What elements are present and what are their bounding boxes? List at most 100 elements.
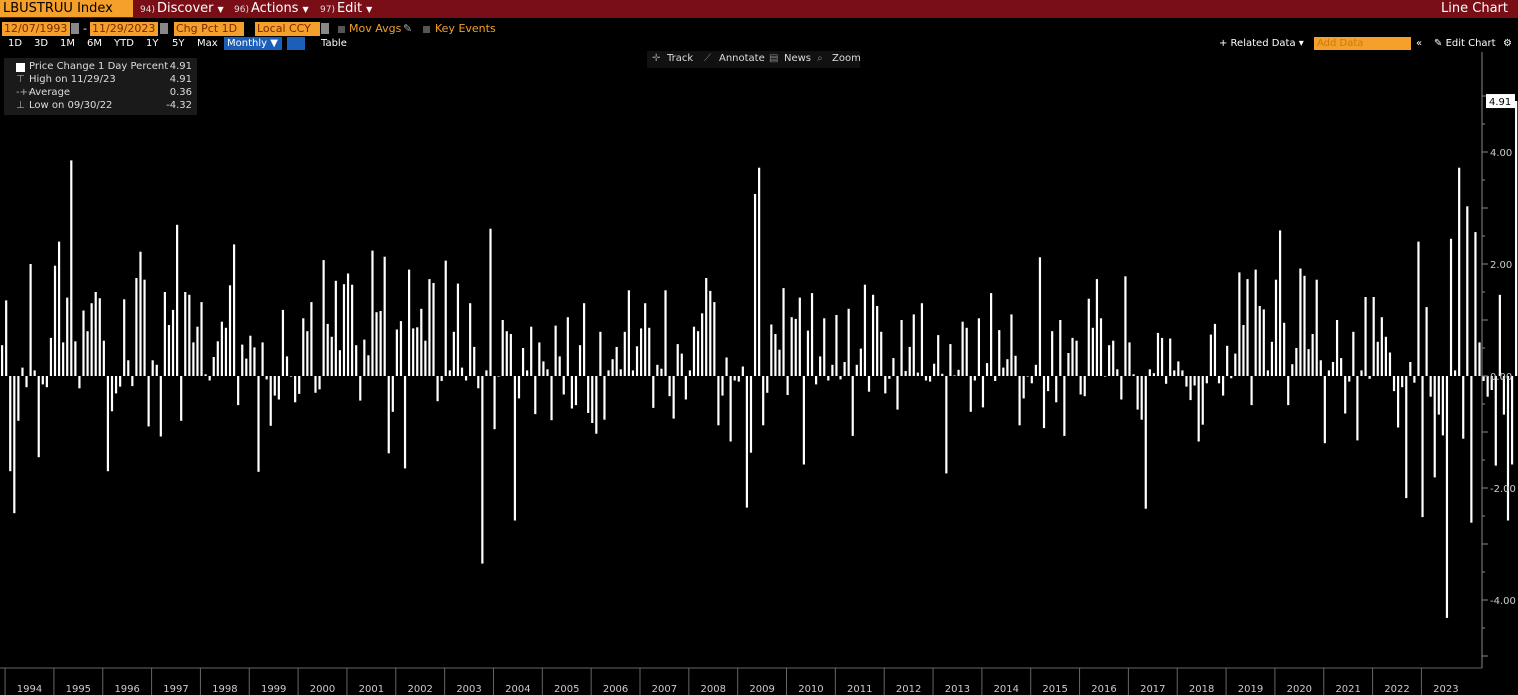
legend-low-value: -4.32 <box>166 100 192 111</box>
add-data-input[interactable]: Add Data <box>1314 37 1411 50</box>
bar <box>5 300 8 376</box>
bar <box>648 327 651 376</box>
bar <box>176 224 179 376</box>
period-max[interactable]: Max <box>197 38 218 50</box>
end-date-field[interactable]: 11/29/2023 <box>90 22 158 36</box>
zoom-button[interactable]: Zoom <box>832 53 861 64</box>
annotate-button[interactable]: Annotate <box>719 53 765 64</box>
track-button[interactable]: Track <box>667 53 693 64</box>
table-button[interactable]: Table <box>321 38 347 50</box>
calendar-icon[interactable] <box>71 23 79 34</box>
period-5y[interactable]: 5Y <box>172 38 184 50</box>
pencil-icon[interactable]: ✎ <box>403 22 412 35</box>
bar <box>334 280 337 376</box>
bar <box>318 376 321 390</box>
x-tick-label: 2022 <box>1384 684 1409 695</box>
legend-high-label: High on 11/29/23 <box>29 74 116 85</box>
bar <box>1193 376 1196 386</box>
line-chart-icon[interactable] <box>287 37 305 50</box>
bar <box>1205 376 1208 384</box>
bar <box>562 376 565 395</box>
x-axis: 1994 1995 1996 1997 1998 1999 2000 2001 2002 2003… <box>0 667 1482 695</box>
bar <box>29 264 32 376</box>
bar <box>847 308 850 376</box>
period-6m[interactable]: 6M <box>87 38 102 50</box>
gear-icon[interactable]: ⚙ <box>1503 38 1512 49</box>
bar <box>1156 332 1160 376</box>
bar <box>1079 376 1082 395</box>
mov-avgs-label[interactable]: Mov Avgs <box>349 22 401 35</box>
edit-chart-button[interactable]: ✎ Edit Chart <box>1434 38 1496 49</box>
bar <box>1388 352 1392 376</box>
bar <box>945 376 948 474</box>
security-ticker[interactable]: LBUSTRUU Index <box>0 0 133 17</box>
bar <box>990 293 993 376</box>
bar <box>973 376 976 381</box>
bar <box>464 376 468 381</box>
period-1m[interactable]: 1M <box>60 38 75 50</box>
edit-chart-label: Edit Chart <box>1445 38 1496 49</box>
bar <box>469 303 472 376</box>
x-tick-label: 2002 <box>407 684 432 695</box>
bar <box>762 376 765 426</box>
edit-menu[interactable]: 97) Edit ▼ <box>320 0 372 18</box>
bar <box>1258 306 1261 376</box>
bar <box>306 331 309 376</box>
mov-avgs-checkbox[interactable] <box>338 26 345 33</box>
bar <box>1262 309 1265 376</box>
key-events-label[interactable]: Key Events <box>435 22 496 35</box>
bar <box>1372 297 1375 376</box>
bar <box>1335 320 1339 376</box>
legend-series-row[interactable]: Price Change 1 Day Percent 4.91 <box>4 61 197 74</box>
dropdown-arrow-icon[interactable] <box>321 23 329 34</box>
bar <box>371 250 374 376</box>
bar <box>692 326 696 376</box>
x-tick-label: 1997 <box>163 684 188 695</box>
bar <box>998 330 1001 376</box>
bar <box>90 303 93 376</box>
bar <box>253 347 256 376</box>
actions-menu[interactable]: 96) Actions ▼ <box>234 0 309 18</box>
bar <box>1140 376 1143 420</box>
news-button[interactable]: News <box>784 53 811 64</box>
bar <box>86 331 89 376</box>
discover-menu[interactable]: 94) Discover ▼ <box>140 0 224 18</box>
bar <box>1075 340 1078 376</box>
date-separator: - <box>83 22 87 35</box>
bar <box>98 298 101 376</box>
bar <box>949 344 952 376</box>
bar <box>399 321 403 376</box>
start-date-field[interactable]: 12/07/1993 <box>2 22 70 36</box>
bar <box>1360 370 1363 376</box>
bar <box>574 376 578 406</box>
collapse-icon[interactable]: « <box>1416 38 1422 49</box>
key-events-checkbox[interactable] <box>423 26 430 33</box>
bar <box>843 362 846 376</box>
bar <box>937 335 940 376</box>
bar <box>1466 206 1469 376</box>
calendar-icon[interactable] <box>160 23 168 34</box>
bar <box>273 376 276 396</box>
x-tick-label: 2017 <box>1140 684 1165 695</box>
bar <box>1010 314 1013 376</box>
bar <box>342 284 346 376</box>
legend-series-label: Price Change 1 Day Percent <box>29 61 169 72</box>
x-tick-label: 2003 <box>456 684 481 695</box>
bar <box>717 376 720 426</box>
related-data-button[interactable]: + Related Data ▾ <box>1219 38 1304 49</box>
currency-selector[interactable]: Local CCY <box>255 22 320 36</box>
frequency-dropdown[interactable]: Monthly ▼ <box>224 37 282 50</box>
bar <box>408 269 411 376</box>
bar <box>753 194 757 376</box>
period-3d[interactable]: 3D <box>34 38 48 50</box>
bar-chart[interactable]: 4.002.000.00-2.00-4.004.91 1994 1995 1996 1… <box>0 0 1518 695</box>
bar <box>774 334 777 376</box>
field-selector[interactable]: Chg Pct 1D <box>174 22 244 36</box>
period-1y[interactable]: 1Y <box>146 38 158 50</box>
period-ytd[interactable]: YTD <box>114 38 134 50</box>
bar <box>37 376 40 458</box>
bar <box>1510 376 1514 465</box>
period-1d[interactable]: 1D <box>8 38 22 50</box>
bar <box>204 374 207 376</box>
bar <box>387 376 390 454</box>
